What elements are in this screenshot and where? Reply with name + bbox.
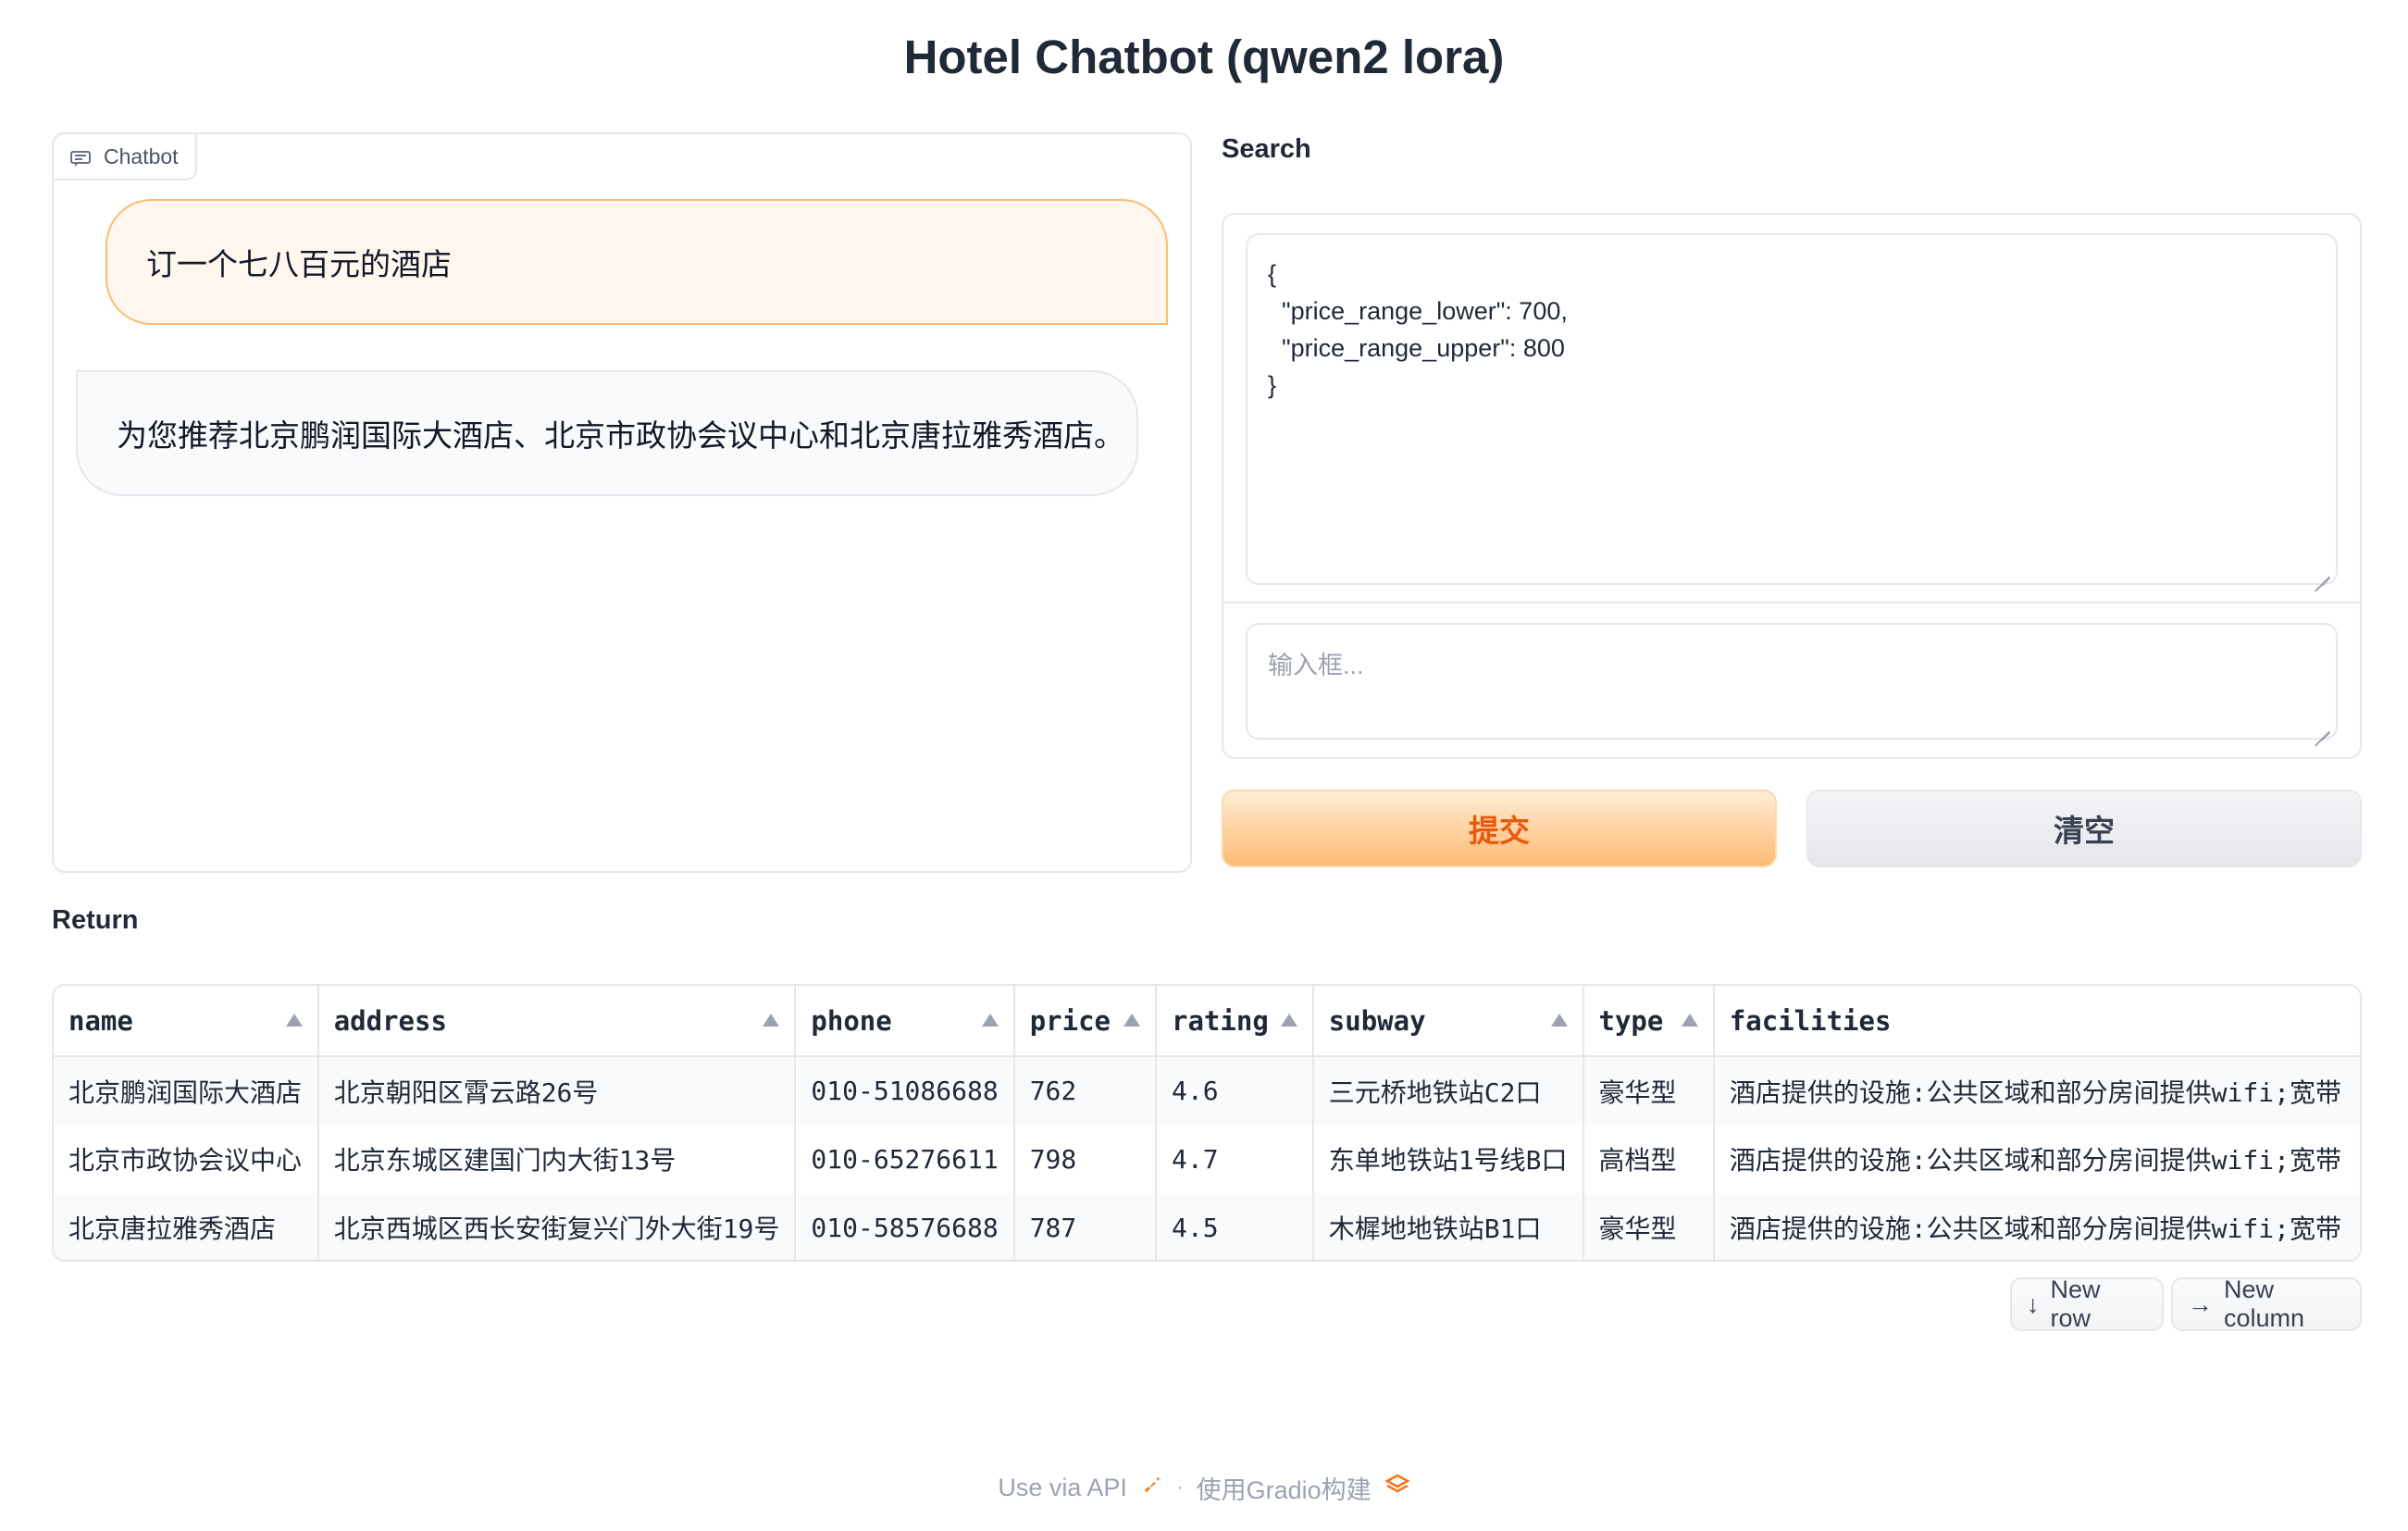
sort-arrow-icon[interactable] — [1123, 1014, 1141, 1027]
clear-button[interactable]: 清空 — [1806, 790, 2362, 867]
table-cell[interactable]: 010-58576688 — [795, 1193, 1015, 1260]
submit-button[interactable]: 提交 — [1222, 790, 1777, 867]
chatbot-label-tag: Chatbot — [52, 132, 197, 180]
table-cell[interactable]: 北京西城区西长安街复兴门外大街19号 — [317, 1193, 797, 1260]
column-header-address[interactable]: address — [317, 986, 797, 1057]
table-cell[interactable]: 010-65276611 — [795, 1125, 1015, 1193]
search-label: Search — [1222, 134, 1311, 164]
results-table: name address phone price rating subway t… — [52, 984, 2362, 1262]
table-cell[interactable]: 北京鹏润国际大酒店 — [54, 1056, 319, 1125]
new-column-button[interactable]: → New column — [2171, 1276, 2362, 1332]
resize-handle-icon[interactable] — [2315, 717, 2330, 732]
table-cell[interactable]: 798 — [1013, 1125, 1158, 1193]
column-header-rating[interactable]: rating — [1156, 986, 1314, 1057]
column-header-name[interactable]: name — [54, 986, 319, 1057]
chatbot-label: Chatbot — [104, 143, 179, 168]
return-label: Return — [52, 905, 139, 935]
built-with-gradio-link[interactable]: 使用Gradio构建 — [1197, 1470, 1372, 1506]
table-cell[interactable]: 北京唐拉雅秀酒店 — [54, 1193, 319, 1260]
chat-input-placeholder: 输入框... — [1268, 652, 1364, 679]
divider — [1223, 602, 2360, 604]
column-header-price[interactable]: price — [1013, 986, 1158, 1057]
table-cell[interactable]: 豪华型 — [1583, 1193, 1715, 1260]
use-via-api-link[interactable]: Use via API — [998, 1474, 1127, 1502]
arrow-down-icon: ↓ — [2027, 1289, 2040, 1318]
table-cell[interactable]: 三元桥地铁站C2口 — [1312, 1056, 1584, 1125]
table-cell[interactable]: 北京东城区建国门内大街13号 — [317, 1125, 797, 1193]
chat-input[interactable]: 输入框... — [1246, 623, 2338, 740]
bot-message: 为您推荐北京鹏润国际大酒店、北京市政协会议中心和北京唐拉雅秀酒店。 — [76, 370, 1138, 496]
table-cell[interactable]: 酒店提供的设施:公共区域和部分房间提供wifi;宽带 — [1713, 1193, 2360, 1260]
arrow-right-icon: → — [2188, 1289, 2213, 1318]
page-title: Hotel Chatbot (qwen2 lora) — [903, 31, 1505, 83]
column-header-label: price — [1029, 1004, 1111, 1037]
column-header-type[interactable]: type — [1583, 986, 1715, 1057]
new-row-label: New row — [2050, 1276, 2101, 1332]
sort-arrow-icon[interactable] — [1280, 1014, 1297, 1027]
new-row-button[interactable]: ↓ New row — [2010, 1276, 2164, 1332]
table-cell[interactable]: 762 — [1013, 1056, 1158, 1125]
table-cell[interactable]: 东单地铁站1号线B口 — [1312, 1125, 1584, 1193]
table-cell[interactable]: 酒店提供的设施:公共区域和部分房间提供wifi;宽带 — [1713, 1056, 2360, 1125]
table-cell[interactable]: 豪华型 — [1583, 1056, 1715, 1125]
sort-arrow-icon[interactable] — [1550, 1014, 1568, 1027]
table-cell[interactable]: 4.7 — [1156, 1125, 1314, 1193]
sort-arrow-icon[interactable] — [285, 1014, 303, 1027]
rocket-icon — [1140, 1473, 1164, 1503]
table-cell[interactable]: 4.6 — [1156, 1056, 1314, 1125]
column-header-phone[interactable]: phone — [795, 986, 1015, 1057]
search-json-field[interactable]: { "price_range_lower": 700, "price_range… — [1246, 233, 2338, 585]
column-header-label: type — [1598, 1004, 1664, 1037]
footer: Use via API · 使用Gradio构建 — [0, 1470, 2408, 1506]
column-header-facilities[interactable]: facilities — [1713, 986, 2360, 1057]
column-header-label: facilities — [1729, 1004, 1892, 1037]
footer-separator: · — [1176, 1477, 1184, 1498]
user-message: 订一个七八百元的酒店 — [106, 199, 1168, 325]
column-header-label: rating — [1172, 1004, 1269, 1037]
table-header-row: name address phone price rating subway t… — [54, 986, 2360, 1057]
resize-handle-icon[interactable] — [2315, 563, 2330, 578]
table-cell[interactable]: 北京朝阳区霄云路26号 — [317, 1056, 797, 1125]
sort-arrow-icon[interactable] — [981, 1014, 999, 1027]
column-header-label: address — [333, 1004, 447, 1037]
sort-arrow-icon[interactable] — [1681, 1014, 1698, 1027]
table-cell[interactable]: 北京市政协会议中心 — [54, 1125, 319, 1193]
chat-icon — [70, 148, 91, 167]
sort-arrow-icon[interactable] — [763, 1014, 780, 1027]
new-column-label: New column — [2224, 1276, 2305, 1332]
table-row: 北京鹏润国际大酒店 北京朝阳区霄云路26号 010-51086688 762 4… — [54, 1056, 2360, 1125]
table-cell[interactable]: 4.5 — [1156, 1193, 1314, 1260]
column-header-subway[interactable]: subway — [1312, 986, 1584, 1057]
column-header-label: name — [68, 1004, 133, 1037]
table-row: 北京唐拉雅秀酒店 北京西城区西长安街复兴门外大街19号 010-58576688… — [54, 1193, 2360, 1260]
gradio-logo-icon — [1384, 1473, 1410, 1503]
table-cell[interactable]: 010-51086688 — [795, 1056, 1015, 1125]
table-cell[interactable]: 酒店提供的设施:公共区域和部分房间提供wifi;宽带 — [1714, 1125, 2360, 1193]
column-header-label: phone — [811, 1004, 892, 1037]
table-cell[interactable]: 高档型 — [1583, 1125, 1715, 1193]
column-header-label: subway — [1328, 1004, 1426, 1037]
table-row: 北京市政协会议中心 北京东城区建国门内大街13号 010-65276611 79… — [54, 1125, 2360, 1193]
table-cell[interactable]: 787 — [1013, 1193, 1158, 1260]
table-cell[interactable]: 木樨地地铁站B1口 — [1312, 1193, 1584, 1260]
